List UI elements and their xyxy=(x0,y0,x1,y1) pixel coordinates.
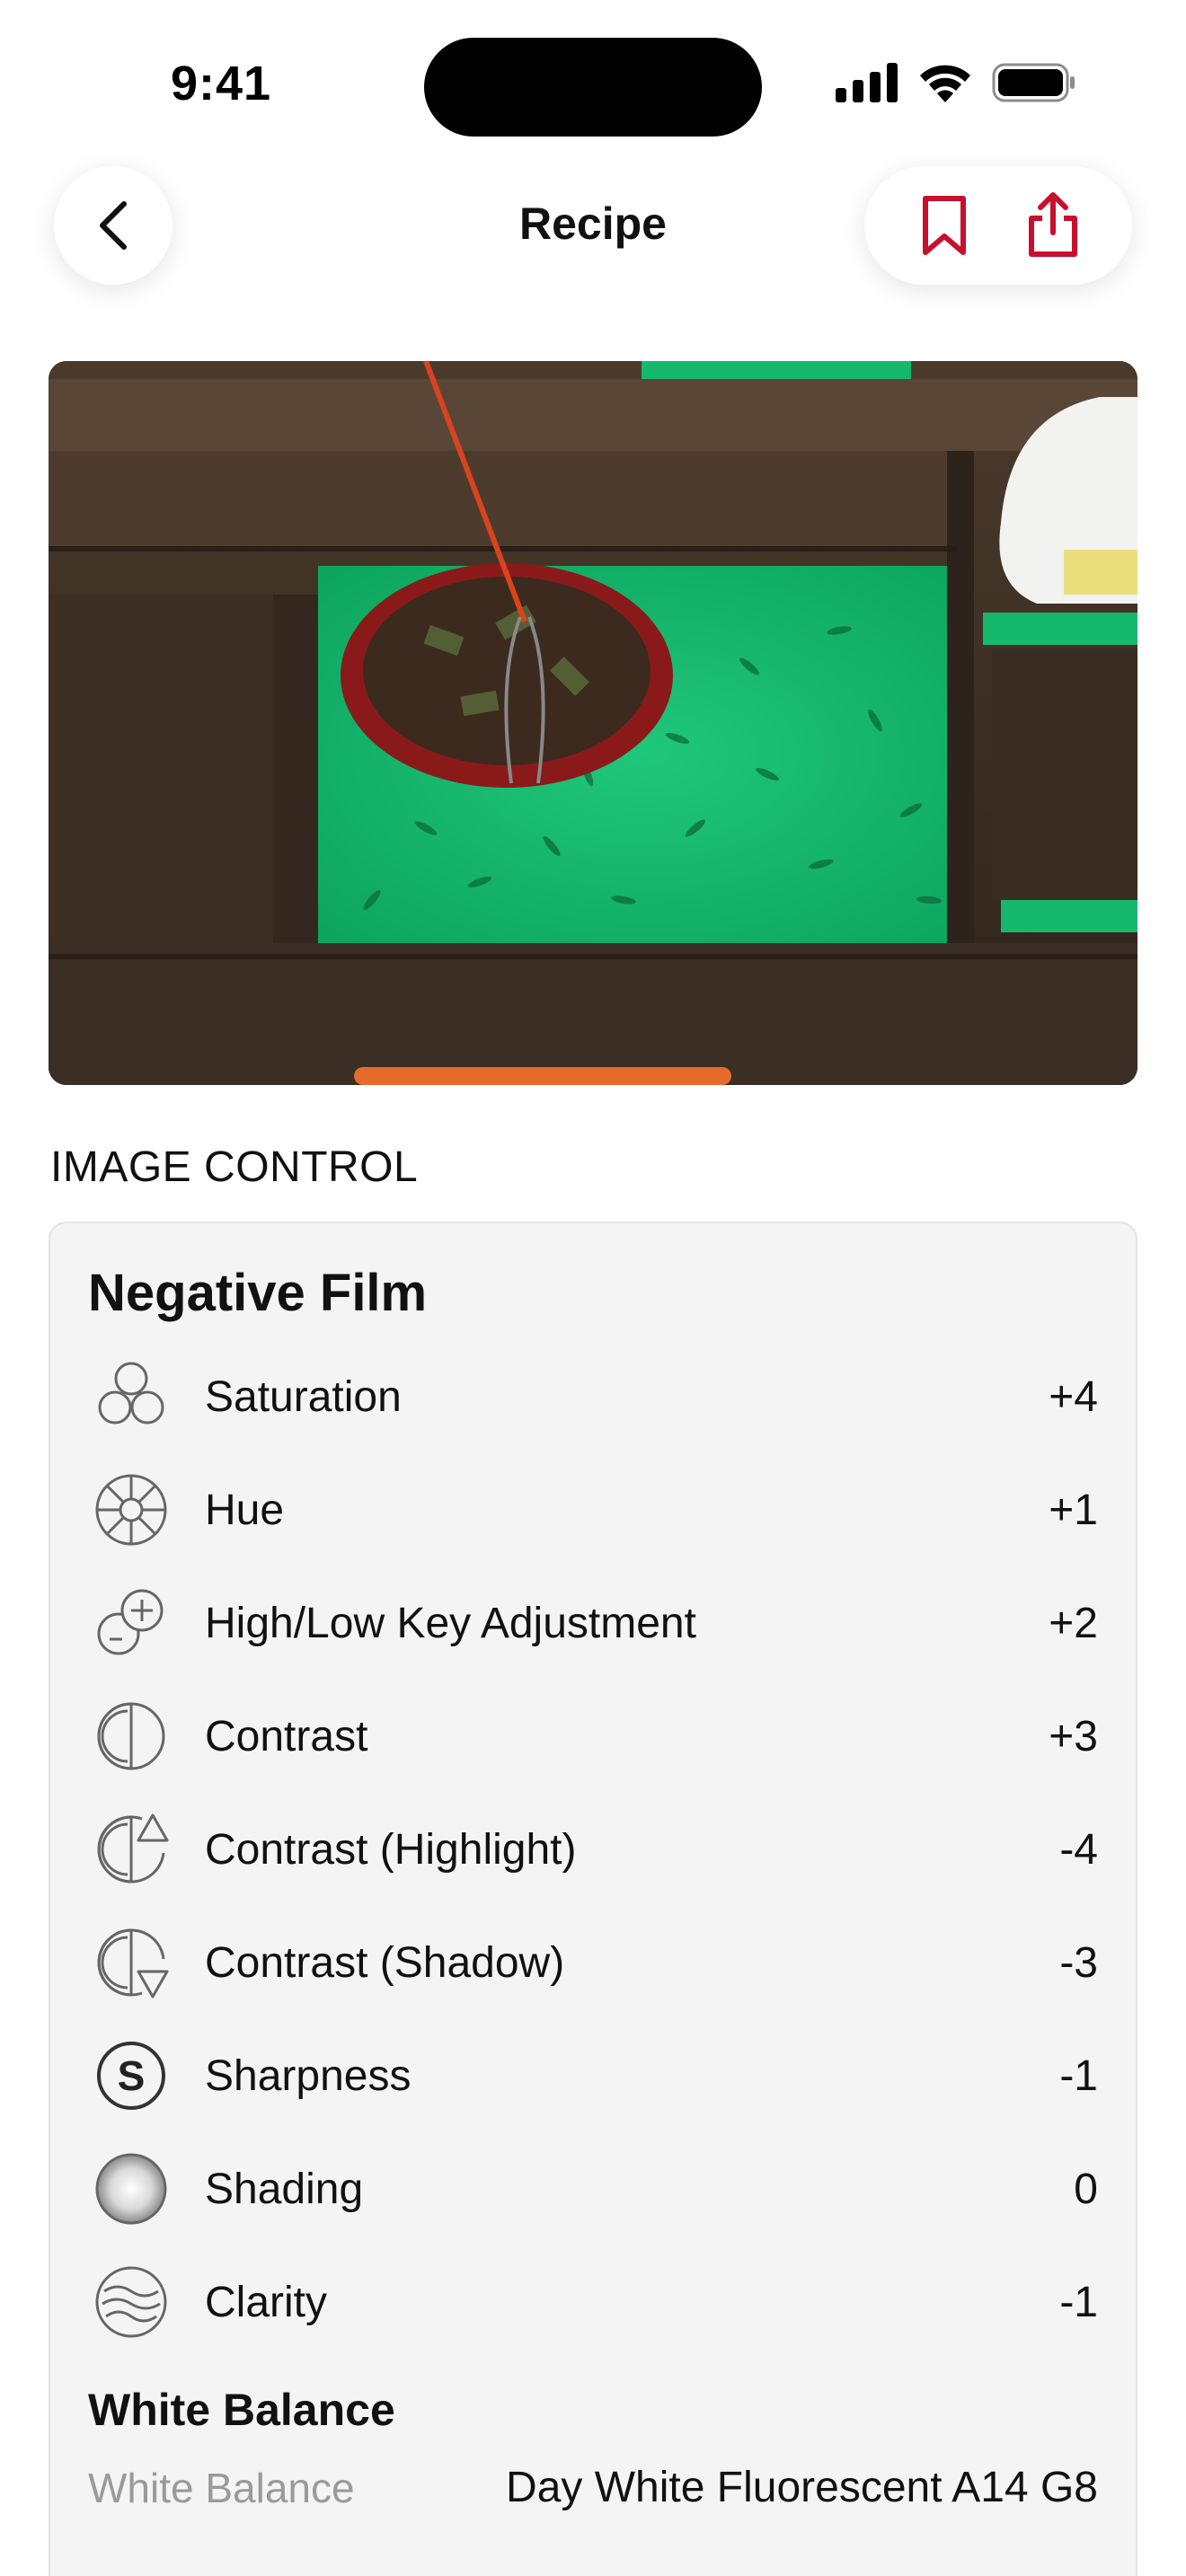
white-balance-value: Day White Fluorescent A14 G8 xyxy=(506,2464,1098,2511)
list-item: S Sharpness -1 xyxy=(50,2019,1136,2132)
list-item: Clarity -1 xyxy=(50,2245,1136,2359)
saturation-icon xyxy=(88,1354,174,1440)
navigation-bar: Recipe xyxy=(0,162,1186,296)
list-item: Shading 0 xyxy=(50,2132,1136,2245)
bookmark-icon xyxy=(922,196,966,255)
setting-value: -1 xyxy=(1059,2051,1098,2100)
sharpness-icon: S xyxy=(88,2033,174,2119)
setting-label: Shading xyxy=(205,2165,364,2213)
recipe-name: Negative Film xyxy=(88,1264,428,1322)
wifi-icon xyxy=(920,65,970,102)
status-icons xyxy=(836,63,1076,102)
clarity-icon xyxy=(88,2259,174,2345)
setting-label: Sharpness xyxy=(205,2051,412,2100)
shading-icon xyxy=(88,2146,174,2232)
photo-image xyxy=(49,361,1137,1085)
white-balance-label: White Balance xyxy=(88,2464,355,2511)
contrast-icon xyxy=(88,1693,174,1779)
setting-label: Saturation xyxy=(205,1372,402,1421)
hue-icon xyxy=(88,1467,174,1553)
signal-icon xyxy=(836,63,898,102)
battery-icon xyxy=(992,63,1075,102)
setting-label: Hue xyxy=(205,1486,285,1534)
list-item: Contrast (Highlight) -4 xyxy=(50,1793,1136,1906)
setting-label: Clarity xyxy=(205,2278,328,2326)
svg-text:S: S xyxy=(118,2052,146,2099)
list-item: Hue +1 xyxy=(50,1453,1136,1566)
bookmark-button[interactable] xyxy=(899,181,989,270)
setting-label: Contrast (Shadow) xyxy=(205,1938,565,1987)
contrast-highlight-icon xyxy=(88,1806,174,1892)
settings-list: Saturation +4 Hue +1 High/Low Key Adjust… xyxy=(50,1340,1136,2359)
status-bar: 9:41 xyxy=(0,0,1186,171)
share-icon xyxy=(1028,192,1077,257)
contrast-shadow-icon xyxy=(88,1919,174,2006)
share-button[interactable] xyxy=(1008,181,1098,270)
high-low-key-icon xyxy=(88,1580,174,1666)
setting-value: 0 xyxy=(1074,2165,1098,2213)
action-buttons xyxy=(864,166,1132,285)
white-balance-row: White Balance Day White Fluorescent A14 … xyxy=(88,2463,1098,2512)
list-item: High/Low Key Adjustment +2 xyxy=(50,1566,1136,1680)
recipe-card: Negative Film Saturation +4 Hue +1 High/… xyxy=(49,1222,1137,2576)
setting-value: +3 xyxy=(1049,1712,1098,1760)
setting-value: -4 xyxy=(1059,1825,1098,1874)
dynamic-island xyxy=(424,38,762,137)
setting-value: +2 xyxy=(1049,1599,1098,1647)
setting-value: -1 xyxy=(1059,2278,1098,2326)
setting-label: Contrast xyxy=(205,1712,368,1760)
recipe-photo xyxy=(49,361,1137,1085)
setting-value: -3 xyxy=(1059,1938,1098,1987)
list-item: Contrast +3 xyxy=(50,1680,1136,1793)
white-balance-title: White Balance xyxy=(88,2385,395,2435)
section-header: IMAGE CONTROL xyxy=(50,1143,419,1191)
list-item: Saturation +4 xyxy=(50,1340,1136,1453)
setting-value: +4 xyxy=(1049,1372,1098,1421)
setting-label: Contrast (Highlight) xyxy=(205,1825,577,1874)
setting-label: High/Low Key Adjustment xyxy=(205,1599,696,1647)
setting-value: +1 xyxy=(1049,1486,1098,1534)
list-item: Contrast (Shadow) -3 xyxy=(50,1906,1136,2019)
status-time: 9:41 xyxy=(171,57,272,110)
